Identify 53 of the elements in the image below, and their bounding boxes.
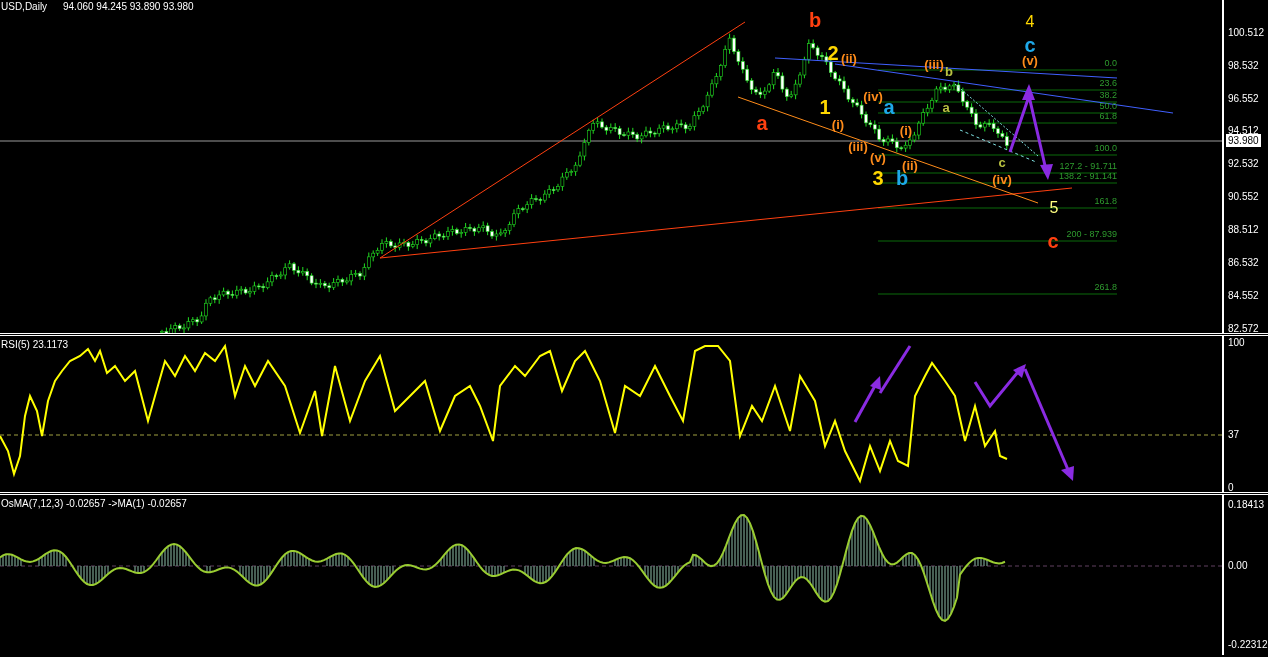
wave-label: (iv) (863, 89, 883, 103)
wave-label: c (998, 155, 1006, 169)
rsi-label: RSI(5) 23.1173 (1, 339, 69, 350)
osma-axis-label: 0.18413 (1228, 500, 1265, 510)
fibonacci-level-label: 138.2 - 91.141 (1058, 172, 1117, 181)
wave-label: 4 (1025, 14, 1035, 30)
wave-label: (i) (831, 117, 845, 131)
wave-label: c (1024, 35, 1036, 55)
price-axis-label: 94.512 (1228, 126, 1259, 136)
wave-label: 3 (872, 168, 884, 188)
osma-axis-label: -0.22312 (1228, 640, 1268, 650)
fibonacci-level-label: 38.2 (1099, 91, 1117, 100)
wave-label: (ii) (902, 158, 918, 172)
osma-axis-label: 0.00 (1228, 561, 1248, 571)
wave-label: b (808, 10, 822, 30)
price-axis-label: 90.552 (1228, 192, 1259, 202)
wave-label: 1 (819, 97, 831, 117)
price-axis-label: 88.512 (1228, 225, 1259, 235)
wave-label: c (1047, 231, 1059, 251)
fibonacci-level-label: 100.0 (1094, 144, 1117, 153)
rsi-axis-label: 0 (1228, 483, 1234, 493)
ohlc-values: 94.060 94.245 93.890 93.980 (63, 1, 194, 12)
wave-label: a (883, 97, 895, 117)
wave-label: a (942, 100, 950, 114)
fibonacci-level-label: 61.8 (1099, 112, 1117, 121)
wave-label: 5 (1049, 200, 1059, 216)
fibonacci-level-label: 50.0 (1099, 102, 1117, 111)
rsi-axis-label: 37 (1228, 430, 1240, 440)
fibonacci-level-label: 161.8 (1094, 197, 1117, 206)
price-axis-label: 86.532 (1228, 258, 1259, 268)
symbol-title: USD,Daily (1, 1, 48, 12)
price-axis-label: 96.552 (1228, 94, 1259, 104)
price-axis-label: 92.532 (1228, 159, 1259, 169)
price-axis-label: 98.532 (1228, 61, 1259, 71)
wave-label: a (756, 113, 768, 133)
osma-label: OsMA(7,12,3) -0.02657 ->MA(1) -0.02657 (1, 498, 187, 509)
fibonacci-level-label: 23.6 (1099, 79, 1117, 88)
wave-label: (v) (1022, 53, 1038, 67)
fibonacci-level-label: 127.2 - 91.711 (1059, 162, 1117, 171)
rsi-axis-label: 100 (1228, 338, 1245, 348)
fibonacci-level-label: 200 - 87.939 (1066, 230, 1117, 239)
price-axis-label: 82.572 (1228, 324, 1259, 334)
fibonacci-level-label: 261.8 (1094, 283, 1117, 292)
wave-label: (i) (899, 123, 913, 137)
wave-label: (ii) (841, 51, 857, 65)
wave-label: (v) (870, 150, 886, 164)
wave-label: 2 (827, 43, 839, 63)
wave-label: (iii) (848, 139, 868, 153)
current-price-label: 93.980 (1226, 134, 1261, 147)
wave-label: (iv) (992, 172, 1012, 186)
price-axis-label: 84.552 (1228, 291, 1259, 301)
fibonacci-level-label: 0.0 (1104, 59, 1117, 68)
price-axis-label: 100.512 (1228, 28, 1265, 38)
